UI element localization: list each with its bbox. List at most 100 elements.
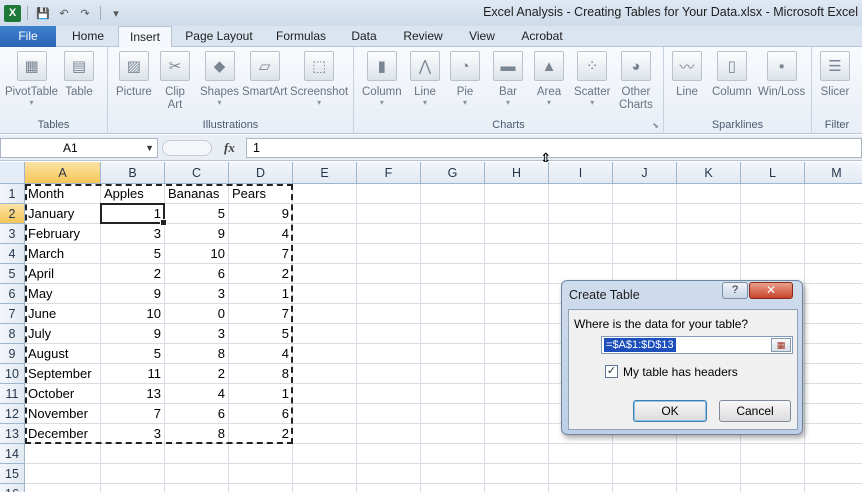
formula-buttons[interactable] [162,140,212,156]
cell-h13[interactable] [485,424,549,444]
row-header-16[interactable]: 16 [0,484,25,492]
cell-m11[interactable] [805,384,862,404]
cell-e14[interactable] [293,444,357,464]
cell-a15[interactable] [25,464,101,484]
shapes-button[interactable]: ◆ Shapes ▾ [200,51,239,107]
cell-b4[interactable]: 5 [101,244,165,264]
cell-l16[interactable] [741,484,805,492]
column-header-b[interactable]: B [101,162,165,184]
cell-f9[interactable] [357,344,421,364]
cell-k14[interactable] [677,444,741,464]
column-header-m[interactable]: M [805,162,862,184]
cell-m2[interactable] [805,204,862,224]
screenshot-button[interactable]: ⬚ Screenshot ▾ [290,51,348,107]
sparkline-line-button[interactable]: 〰 Line [672,51,702,99]
cell-h4[interactable] [485,244,549,264]
cell-m4[interactable] [805,244,862,264]
cell-b7[interactable]: 10 [101,304,165,324]
cell-m10[interactable] [805,364,862,384]
table-button[interactable]: ▤ Table [64,51,94,99]
cell-e6[interactable] [293,284,357,304]
cell-a9[interactable]: August [25,344,101,364]
column-header-j[interactable]: J [613,162,677,184]
cell-l14[interactable] [741,444,805,464]
tab-data[interactable]: Data [342,26,386,47]
cell-b10[interactable]: 11 [101,364,165,384]
cell-k1[interactable] [677,184,741,204]
cell-c2[interactable]: 5 [165,204,229,224]
cell-d6[interactable]: 1 [229,284,293,304]
tab-file[interactable]: File [0,26,56,47]
cell-d13[interactable]: 2 [229,424,293,444]
cell-l15[interactable] [741,464,805,484]
cell-f4[interactable] [357,244,421,264]
cell-l3[interactable] [741,224,805,244]
cell-h5[interactable] [485,264,549,284]
cell-f13[interactable] [357,424,421,444]
headers-checkbox-label[interactable]: My table has headers [623,365,738,379]
cell-k16[interactable] [677,484,741,492]
pie-chart-button[interactable]: ◔ Pie ▾ [450,51,480,107]
cell-g15[interactable] [421,464,485,484]
cell-c4[interactable]: 10 [165,244,229,264]
cell-f15[interactable] [357,464,421,484]
cell-h16[interactable] [485,484,549,492]
sparkline-winloss-button[interactable]: ▪ Win/Loss [758,51,805,99]
cell-f6[interactable] [357,284,421,304]
row-header-11[interactable]: 11 [0,384,25,404]
cell-i2[interactable] [549,204,613,224]
collapse-dialog-icon[interactable]: ▦ [771,338,791,352]
column-header-k[interactable]: K [677,162,741,184]
row-header-12[interactable]: 12 [0,404,25,424]
cell-f2[interactable] [357,204,421,224]
tab-home[interactable]: Home [64,26,112,47]
cell-j14[interactable] [613,444,677,464]
sparkline-column-button[interactable]: ▯ Column [712,51,752,99]
undo-icon[interactable]: ↶ [55,4,73,22]
cell-k3[interactable] [677,224,741,244]
row-header-13[interactable]: 13 [0,424,25,444]
line-chart-button[interactable]: ⋀ Line ▾ [410,51,440,107]
cell-e5[interactable] [293,264,357,284]
cell-e13[interactable] [293,424,357,444]
cell-h12[interactable] [485,404,549,424]
cell-b1[interactable]: Apples [101,184,165,204]
cell-d1[interactable]: Pears [229,184,293,204]
cell-j15[interactable] [613,464,677,484]
cell-b16[interactable] [101,484,165,492]
redo-icon[interactable]: ↷ [76,4,94,22]
area-chart-button[interactable]: ▲ Area ▾ [534,51,564,107]
close-icon[interactable]: ✕ [749,282,793,299]
tab-page-layout[interactable]: Page Layout [180,26,258,47]
cell-b11[interactable]: 13 [101,384,165,404]
smartart-button[interactable]: ▱ SmartArt [242,51,287,99]
cell-a5[interactable]: April [25,264,101,284]
column-header-i[interactable]: I [549,162,613,184]
cell-b15[interactable] [101,464,165,484]
cell-g2[interactable] [421,204,485,224]
cell-g10[interactable] [421,364,485,384]
cell-d10[interactable]: 8 [229,364,293,384]
scatter-chart-button[interactable]: ⁘ Scatter ▾ [574,51,610,107]
cell-b6[interactable]: 9 [101,284,165,304]
cell-d9[interactable]: 4 [229,344,293,364]
cell-m14[interactable] [805,444,862,464]
cell-a14[interactable] [25,444,101,464]
cell-g1[interactable] [421,184,485,204]
cell-h10[interactable] [485,364,549,384]
cell-c7[interactable]: 0 [165,304,229,324]
cell-i3[interactable] [549,224,613,244]
cell-d11[interactable]: 1 [229,384,293,404]
tab-formulas[interactable]: Formulas [268,26,334,47]
save-icon[interactable]: 💾 [34,4,52,22]
cell-h8[interactable] [485,324,549,344]
cell-e9[interactable] [293,344,357,364]
insert-function-icon[interactable]: fx [224,140,235,156]
cell-h15[interactable] [485,464,549,484]
cell-j16[interactable] [613,484,677,492]
cell-d15[interactable] [229,464,293,484]
cell-a4[interactable]: March [25,244,101,264]
cell-h14[interactable] [485,444,549,464]
cell-a13[interactable]: December [25,424,101,444]
cell-a6[interactable]: May [25,284,101,304]
